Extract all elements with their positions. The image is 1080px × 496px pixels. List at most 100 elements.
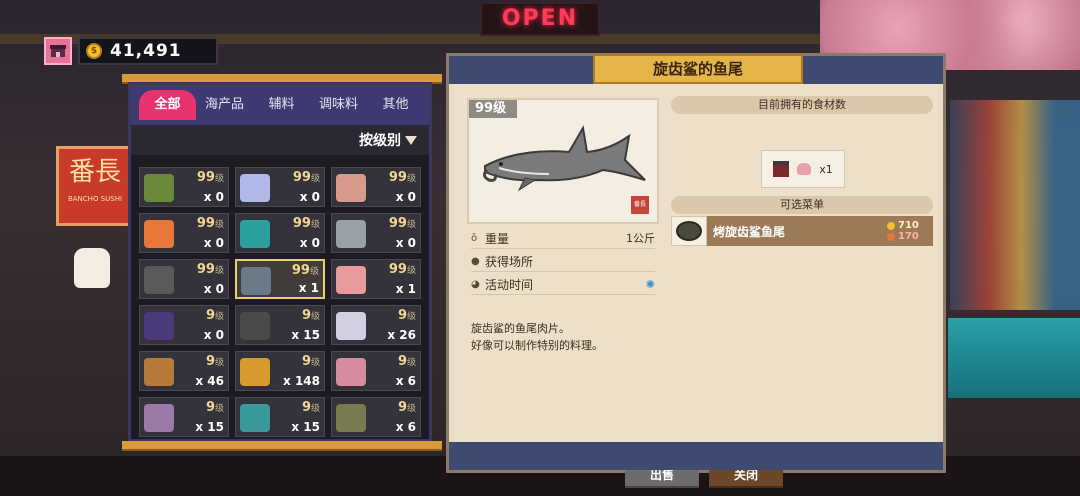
- tab-all[interactable]: 全部: [139, 90, 196, 120]
- ingredient-icon: [336, 174, 366, 202]
- detail-panel: 99级 番長 ō 重量 1公斤 ● 获得场所 ◕ 活动时间 ✺ 旋齿鲨的鱼尾肉片: [446, 53, 946, 488]
- ingredient-icon: [144, 174, 174, 202]
- ingredient-slot[interactable]: 9级 x 148: [235, 351, 325, 391]
- popularity-icon: [887, 232, 895, 241]
- sort-dropdown[interactable]: 按级别: [131, 125, 429, 155]
- dish-icon: [671, 216, 707, 246]
- ingredient-quantity: x 0: [203, 190, 224, 204]
- ingredient-quantity: x 15: [195, 420, 224, 434]
- ingredient-level: 9级: [205, 400, 224, 415]
- ingredient-description: 旋齿鲨的鱼尾肉片。 好像可以制作特别的料理。: [471, 320, 671, 354]
- ingredient-quantity: x 6: [395, 420, 416, 434]
- ingredient-slot[interactable]: 9级 x 15: [235, 397, 325, 437]
- ingredient-quantity: x 0: [203, 328, 224, 342]
- inventory-panel: 全部 海产品 辅料 调味料 其他 按级别 99级 x 0 99级 x 0 99级 x 09…: [128, 82, 432, 442]
- restaurant-sign: 番長 BANCHO SUSHI: [56, 146, 134, 226]
- ingredient-icon: [336, 404, 366, 432]
- weight-label: 重量: [485, 231, 510, 246]
- ingredient-level: 9级: [397, 354, 416, 369]
- tab-seasoning[interactable]: 调味料: [310, 90, 367, 120]
- owned-header: 目前拥有的食材数: [671, 96, 933, 114]
- weight-value: 1公斤: [626, 232, 655, 245]
- ingredient-slot[interactable]: 99级 x 1: [331, 259, 421, 299]
- ingredient-slot[interactable]: 9级 x 6: [331, 397, 421, 437]
- ingredient-quantity: x 46: [195, 374, 224, 388]
- ingredient-slot[interactable]: 99级 x 0: [331, 167, 421, 207]
- ingredient-slot[interactable]: 99级 x 0: [139, 259, 229, 299]
- event-info-icon[interactable]: ✺: [646, 278, 655, 291]
- ingredient-level: 99级: [388, 262, 416, 277]
- ingredient-level: 99级: [291, 263, 319, 278]
- ingredient-slot[interactable]: 9级 x 15: [235, 305, 325, 345]
- ingredient-quantity: x 0: [203, 236, 224, 250]
- fish-meat-icon: [797, 163, 812, 175]
- ingredient-slot[interactable]: 99级 x 0: [235, 213, 325, 253]
- menu-header: 可选菜单: [671, 196, 933, 214]
- item-title: 旋齿鲨的鱼尾: [593, 54, 803, 84]
- ingredient-level: 99级: [292, 170, 320, 185]
- ingredient-level: 99级: [196, 262, 224, 277]
- ingredient-icon: [336, 358, 366, 386]
- ingredient-icon: [144, 266, 174, 294]
- triangle-down-icon: [405, 135, 417, 145]
- weight-row: ō 重量 1公斤: [471, 228, 655, 249]
- ingredient-slot[interactable]: 99级 x 0: [331, 213, 421, 253]
- ingredient-slot[interactable]: 99级 x 1: [235, 259, 325, 299]
- ingredient-icon: [240, 358, 270, 386]
- ingredient-slot[interactable]: 9级 x 0: [139, 305, 229, 345]
- ingredient-slot[interactable]: 99级 x 0: [235, 167, 325, 207]
- ingredient-level: 9级: [205, 354, 224, 369]
- tab-other[interactable]: 其他: [367, 90, 424, 120]
- ingredient-icon: [144, 312, 174, 340]
- shop-icon: [773, 161, 790, 177]
- ingredient-quantity: x 26: [387, 328, 416, 342]
- event-row: ◕ 活动时间 ✺: [471, 274, 655, 295]
- ingredient-level: 9级: [301, 400, 320, 415]
- shark-illustration: [482, 125, 646, 192]
- ingredient-slot[interactable]: 99级 x 0: [139, 213, 229, 253]
- ingredient-icon: [240, 220, 270, 248]
- ingredient-slot[interactable]: 9级 x 6: [331, 351, 421, 391]
- ingredient-slot[interactable]: 9级 x 46: [139, 351, 229, 391]
- ingredient-level: 99级: [196, 216, 224, 231]
- ingredient-slot[interactable]: 99级 x 0: [139, 167, 229, 207]
- location-label: 获得场所: [485, 254, 534, 269]
- menu-item-name: 烤旋齿鲨鱼尾: [707, 216, 887, 246]
- owned-count-box: x1: [761, 150, 845, 188]
- ingredient-icon: [336, 266, 366, 294]
- ingredient-illustration: 99级 番長: [467, 98, 659, 224]
- wallet: $ 41,491: [44, 37, 218, 65]
- ingredient-level: 99级: [388, 170, 416, 185]
- ingredient-quantity: x 0: [395, 190, 416, 204]
- ingredient-level: 9级: [205, 308, 224, 323]
- gold-coin-icon: [887, 221, 895, 230]
- ingredient-icon: [144, 358, 174, 386]
- menu-item[interactable]: 烤旋齿鲨鱼尾 710 170: [671, 216, 933, 246]
- ingredient-level: 99级: [196, 170, 224, 185]
- open-neon-sign: OPEN: [480, 2, 600, 36]
- lucky-cat: [74, 248, 110, 288]
- ingredient-quantity: x 6: [395, 374, 416, 388]
- ingredient-quantity: x 1: [298, 281, 319, 295]
- ingredient-level: 9级: [301, 308, 320, 323]
- ingredient-grid: 99级 x 0 99级 x 0 99级 x 0 99级 x 0 99级 x 0 99级 x 0 99级 x…: [139, 167, 421, 437]
- ingredient-icon: [241, 267, 271, 295]
- weight-icon: ō: [471, 232, 478, 244]
- price-red: 170: [898, 231, 919, 242]
- ingredient-level: 9级: [397, 400, 416, 415]
- tab-seafood[interactable]: 海产品: [196, 90, 253, 120]
- clock-icon: ◕: [471, 278, 480, 290]
- ingredient-slot[interactable]: 9级 x 26: [331, 305, 421, 345]
- ingredient-quantity: x 1: [395, 282, 416, 296]
- ingredient-icon: [336, 220, 366, 248]
- ingredient-slot[interactable]: 9级 x 15: [139, 397, 229, 437]
- store-button[interactable]: [44, 37, 72, 65]
- ingredient-quantity: x 15: [291, 420, 320, 434]
- ingredient-quantity: x 0: [203, 282, 224, 296]
- level-tag: 99级: [469, 100, 517, 118]
- tab-ingredients[interactable]: 辅料: [253, 90, 310, 120]
- ingredient-quantity: x 0: [299, 236, 320, 250]
- ingredient-quantity: x 15: [291, 328, 320, 342]
- ingredient-quantity: x 148: [283, 374, 320, 388]
- ingredient-icon: [144, 404, 174, 432]
